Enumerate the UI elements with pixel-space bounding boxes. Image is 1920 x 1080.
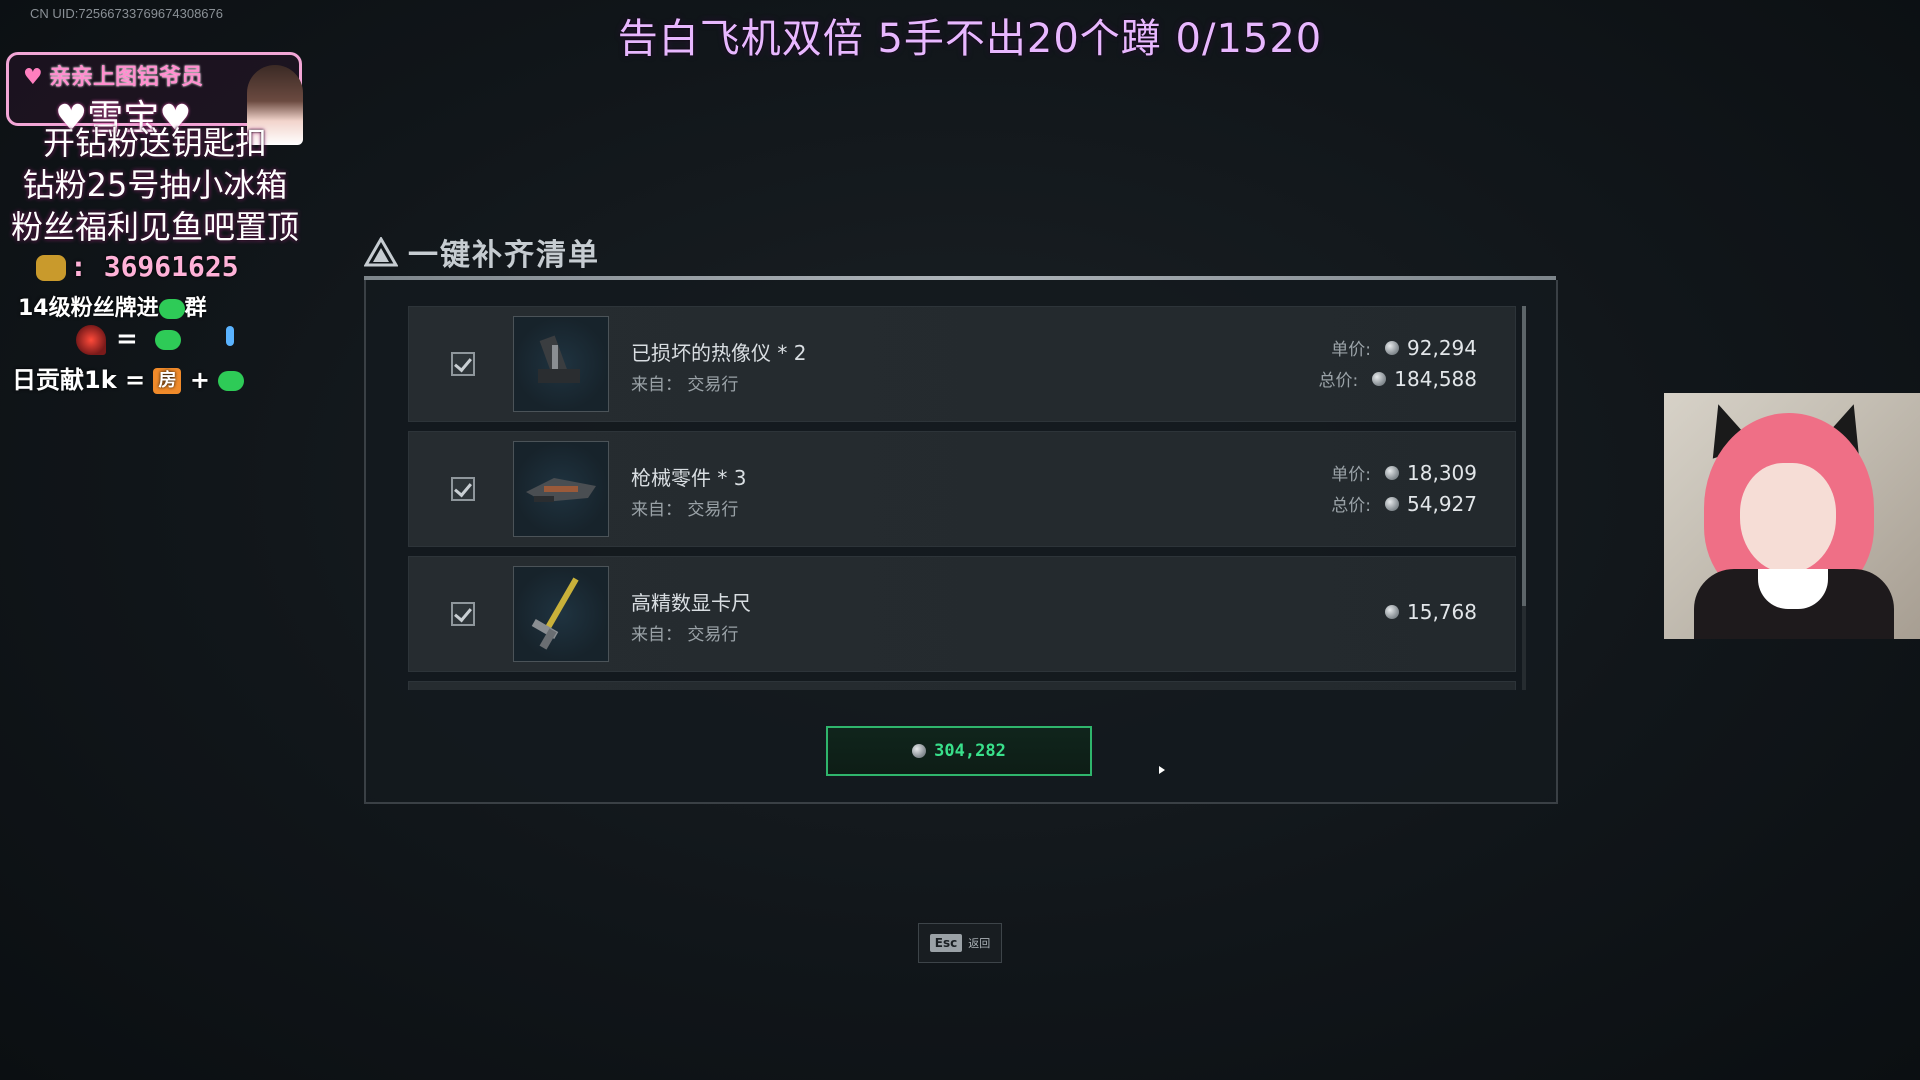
esc-key: Esc — [929, 934, 963, 952]
item-checkbox[interactable] — [451, 477, 475, 501]
list-scrollbar[interactable] — [1522, 306, 1526, 690]
unit-price-value: 18,309 — [1407, 460, 1477, 485]
fans-suffix: 群 — [184, 296, 207, 321]
list-item[interactable]: 已损坏的热像仪 * 2 来自： 交易行 单价: 92,294 总价: 184,5… — [408, 306, 1516, 422]
item-name: 枪械零件 * 3 — [631, 466, 747, 490]
total-price: 总价: 184,588 — [1318, 366, 1477, 392]
scrollbar-thumb[interactable] — [1522, 306, 1526, 606]
gun-parts-icon — [513, 441, 609, 537]
contrib-text: 日贡献1k = — [12, 366, 146, 394]
purchase-total-value: 304,282 — [934, 741, 1006, 761]
unit-price: 单价: 18,309 — [1331, 460, 1477, 486]
webcam-face — [1740, 463, 1836, 573]
restock-panel: 已损坏的热像仪 * 2 来自： 交易行 单价: 92,294 总价: 184,5… — [364, 280, 1558, 804]
promo-line-1: 开钻粉送钥匙扣 — [42, 124, 267, 162]
coin-icon — [1385, 496, 1400, 511]
heart-icon: ♥ — [23, 65, 43, 90]
item-price-value: 15,768 — [1407, 600, 1477, 624]
list-item[interactable] — [408, 681, 1516, 690]
total-price-value: 54,927 — [1407, 491, 1477, 516]
coin-icon — [1372, 371, 1387, 386]
item-name: 已损坏的热像仪 * 2 — [631, 341, 807, 365]
unit-price-value: 92,294 — [1407, 335, 1477, 360]
list-item[interactable]: 枪械零件 * 3 来自： 交易行 单价: 18,309 总价: 54,927 — [408, 431, 1516, 547]
list-item[interactable]: 高精数显卡尺 来自： 交易行 15,768 — [408, 556, 1516, 672]
item-checkbox[interactable] — [451, 352, 475, 376]
item-list[interactable]: 已损坏的热像仪 * 2 来自： 交易行 单价: 92,294 总价: 184,5… — [408, 306, 1516, 690]
thermal-imager-icon — [513, 316, 609, 412]
host-badge: ♥ 亲亲上图铝爷员 ♥雪宝♥ — [6, 52, 303, 145]
figure-icon — [226, 326, 234, 346]
mouse-cursor-icon — [1159, 766, 1165, 774]
coin-icon — [912, 744, 927, 758]
total-price-label: 总价: — [1318, 371, 1359, 391]
item-name: 高精数显卡尺 — [631, 591, 751, 615]
contact-row: : 36961625 — [36, 250, 239, 283]
streamer-webcam — [1664, 393, 1920, 639]
coin-icon — [1385, 340, 1400, 355]
host-tag: 亲亲上图铝爷员 — [49, 65, 204, 90]
back-button[interactable]: Esc 返回 — [918, 923, 1002, 963]
panel-header: 一键补齐清单 — [363, 232, 600, 273]
rocket-row: = — [76, 324, 181, 355]
contrib-row: 日贡献1k = 房 + — [12, 360, 245, 395]
promo-line-3: 粉丝福利见鱼吧置顶 — [10, 208, 299, 246]
owl-icon — [36, 255, 66, 281]
check-icon — [454, 478, 472, 498]
item-source: 来自： 交易行 — [631, 625, 739, 645]
fans-text: 14级粉丝牌进 — [18, 296, 159, 321]
item-checkbox[interactable] — [451, 602, 475, 626]
contact-number: : 36961625 — [70, 250, 239, 283]
total-price-label: 总价: — [1331, 496, 1372, 516]
caliper-icon — [513, 566, 609, 662]
rocket-icon — [76, 324, 106, 355]
wechat-icon — [218, 371, 245, 391]
stream-uid: CN UID:72566733769674308676 — [30, 6, 223, 21]
back-label: 返回 — [968, 937, 991, 950]
total-price: 总价: 54,927 — [1331, 491, 1477, 517]
contrib-plus: + — [189, 366, 210, 394]
wechat-icon — [158, 299, 185, 319]
coin-icon — [1385, 465, 1400, 480]
check-icon — [454, 603, 472, 623]
unit-price: 单价: 92,294 — [1331, 335, 1477, 361]
coin-icon — [1385, 605, 1400, 619]
fans-row: 14级粉丝牌进群 — [18, 290, 207, 322]
triangle-logo-icon — [363, 235, 399, 267]
check-icon — [454, 353, 472, 373]
room-badge: 房 — [153, 368, 182, 394]
wechat-icon — [154, 329, 181, 350]
panel-title: 一键补齐清单 — [408, 238, 600, 273]
stream-title: 告白飞机双倍 5手不出20个蹲 0/1520 — [617, 16, 1323, 62]
item-source: 来自： 交易行 — [631, 500, 739, 520]
item-source: 来自： 交易行 — [631, 375, 739, 395]
rocket-equals: = — [116, 324, 138, 354]
purchase-total-button[interactable]: 304,282 — [826, 726, 1092, 776]
item-price: 15,768 — [1385, 600, 1477, 624]
stream-overlay-left: ♥ 亲亲上图铝爷员 ♥雪宝♥ 开钻粉送钥匙扣 钻粉25号抽小冰箱 粉丝福利见鱼吧… — [0, 30, 310, 410]
unit-price-label: 单价: — [1331, 340, 1372, 360]
unit-price-label: 单价: — [1331, 465, 1372, 485]
promo-line-2: 钻粉25号抽小冰箱 — [22, 166, 288, 204]
total-price-value: 184,588 — [1394, 366, 1477, 391]
